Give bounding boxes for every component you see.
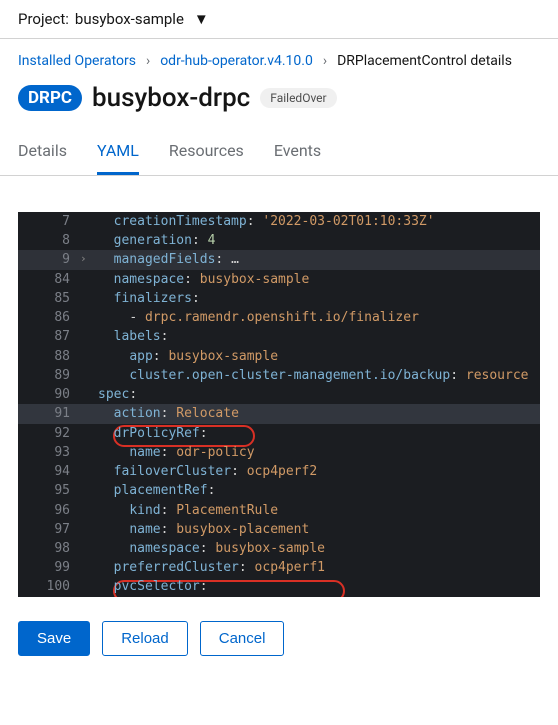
resource-badge: DRPC [18, 85, 82, 111]
code-line: 95 placementRef: [18, 481, 540, 500]
breadcrumb: Installed Operators › odr-hub-operator.v… [0, 39, 558, 71]
code-line: 7 creationTimestamp: '2022-03-02T01:10:3… [18, 212, 540, 231]
button-bar: Save Reload Cancel [0, 607, 558, 678]
tab-yaml[interactable]: YAML [97, 131, 139, 175]
chevron-down-icon: ▼ [194, 10, 209, 28]
cancel-button[interactable]: Cancel [200, 621, 285, 656]
code-line: 99 preferredCluster: ocp4perf1 [18, 558, 540, 577]
breadcrumb-operator[interactable]: odr-hub-operator.v4.10.0 [160, 53, 313, 69]
breadcrumb-installed-operators[interactable]: Installed Operators [18, 53, 136, 69]
yaml-editor[interactable]: 7 creationTimestamp: '2022-03-02T01:10:3… [18, 212, 540, 597]
chevron-right-icon: › [323, 53, 327, 69]
tab-resources[interactable]: Resources [169, 131, 244, 175]
tab-details[interactable]: Details [18, 131, 67, 175]
code-line: 96 kind: PlacementRule [18, 501, 540, 520]
breadcrumb-current: DRPlacementControl details [337, 53, 512, 69]
code-line: 85 finalizers: [18, 289, 540, 308]
project-name: busybox-sample [75, 10, 184, 28]
project-selector[interactable]: Project: busybox-sample ▼ [0, 0, 558, 39]
tab-events[interactable]: Events [274, 131, 321, 175]
code-line: 92 drPolicyRef: [18, 424, 540, 443]
code-line: 93 name: odr-policy [18, 443, 540, 462]
code-line: 94 failoverCluster: ocp4perf2 [18, 462, 540, 481]
title-row: DRPC busybox-drpc FailedOver [0, 71, 558, 131]
page-title: busybox-drpc [92, 83, 250, 113]
project-label: Project: [18, 10, 69, 28]
code-line: 84 namespace: busybox-sample [18, 270, 540, 289]
code-line: 86 - drpc.ramendr.openshift.io/finalizer [18, 308, 540, 327]
chevron-right-icon: › [146, 53, 150, 69]
code-line: 89 cluster.open-cluster-management.io/ba… [18, 366, 540, 385]
code-line: 8 generation: 4 [18, 231, 540, 250]
chevron-right-icon[interactable]: › [80, 251, 87, 267]
code-line: 100 pvcSelector: [18, 577, 540, 596]
tabs: Details YAML Resources Events [0, 131, 558, 176]
code-line: 98 namespace: busybox-sample [18, 539, 540, 558]
save-button[interactable]: Save [18, 621, 90, 656]
code-line: 91 action: Relocate [18, 404, 540, 423]
reload-button[interactable]: Reload [102, 621, 188, 656]
code-line: 97 name: busybox-placement [18, 520, 540, 539]
code-line: 90spec: [18, 385, 540, 404]
status-badge: FailedOver [260, 88, 336, 108]
code-line: 87 labels: [18, 327, 540, 346]
code-line: 9› managedFields: … [18, 250, 540, 269]
code-line: 88 app: busybox-sample [18, 347, 540, 366]
